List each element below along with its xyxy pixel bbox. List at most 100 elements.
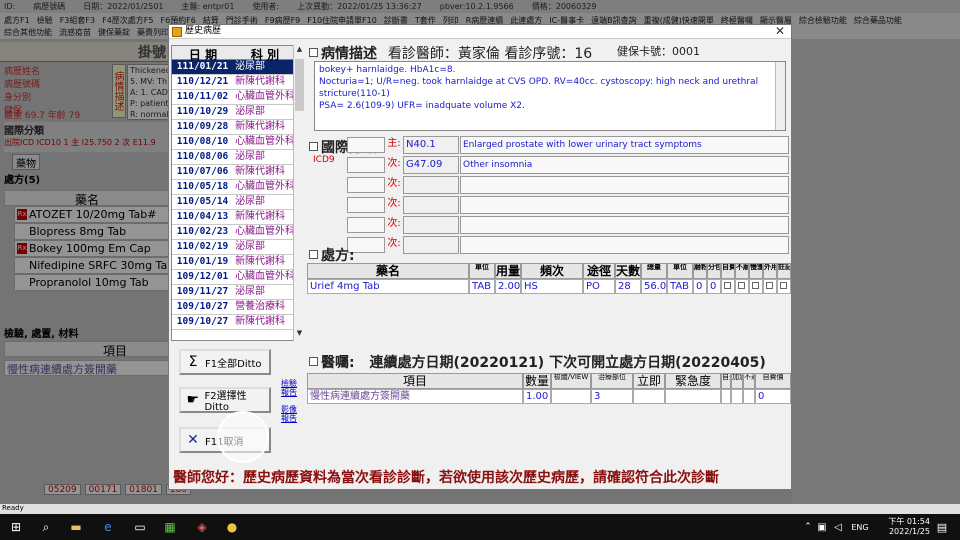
folder-icon[interactable]: ▬ <box>68 519 84 535</box>
rx-cell[interactable]: 0 <box>693 279 707 294</box>
menu-item[interactable]: 綜合藥品功能 <box>854 16 902 25</box>
icd-code[interactable]: N40.1 <box>403 136 459 154</box>
menu-item[interactable]: F3組套F3 <box>60 16 95 25</box>
rx-cell[interactable]: 2.00 <box>495 279 521 294</box>
ditto-all-button[interactable]: Σ F1全部Ditto <box>179 349 271 375</box>
windows-start-icon[interactable]: ⊞ <box>8 519 24 535</box>
history-row[interactable]: 110/10/29 泌尿部 <box>172 105 304 120</box>
rx-checkbox-cell[interactable] <box>763 279 777 294</box>
history-row[interactable]: 110/07/06 新陳代謝科 <box>172 165 304 180</box>
history-row[interactable]: 111/01/21 泌尿部 <box>172 60 304 75</box>
history-row[interactable]: 110/02/23 心臟血管外科 <box>172 225 304 240</box>
advice-cell[interactable] <box>731 389 743 404</box>
icd-code[interactable] <box>403 216 459 234</box>
volume-icon[interactable]: ◁ <box>830 519 846 535</box>
history-row[interactable]: 110/09/28 新陳代謝科 <box>172 120 304 135</box>
history-row[interactable]: 109/11/27 泌尿部 <box>172 285 304 300</box>
history-row[interactable]: 109/10/27 新陳代謝科 <box>172 315 304 330</box>
menu-item[interactable]: 綜合其他功能 <box>4 28 52 37</box>
ditto-select-button[interactable]: ☛ F2選擇性Ditto <box>179 387 271 413</box>
rx-checkbox[interactable] <box>780 282 787 289</box>
history-row[interactable]: 110/11/02 心臟血管外科 <box>172 90 304 105</box>
advice-cell[interactable] <box>665 389 721 404</box>
scroll-thumb[interactable] <box>295 59 304 111</box>
network-icon[interactable]: ▣ <box>814 519 830 535</box>
rx-checkbox[interactable] <box>309 250 318 259</box>
background-drug-row[interactable]: Rx ATOZET 10/20mg Tab# <box>14 206 170 223</box>
icd-code[interactable] <box>403 236 459 254</box>
menu-item[interactable]: 綜合檢驗功能 <box>799 16 847 25</box>
icd-name[interactable]: Other insomnia <box>460 156 789 174</box>
icd-aux-field[interactable] <box>347 137 385 153</box>
rx-cell[interactable]: 28 <box>615 279 641 294</box>
edge-browser-icon[interactable]: e <box>100 519 116 535</box>
rx-cell[interactable]: Urief 4mg Tab <box>307 279 469 294</box>
icd-aux-field[interactable] <box>347 157 385 173</box>
imaging-report-link[interactable]: 影像報告 <box>281 405 303 423</box>
history-row[interactable]: 109/10/27 營養治療科 <box>172 300 304 315</box>
close-icon[interactable]: ✕ <box>775 25 785 38</box>
icd-name[interactable] <box>460 236 789 254</box>
icd-aux-field[interactable] <box>347 177 385 193</box>
advice-cell[interactable]: 慢性病連續處方簽開藥 <box>307 389 523 404</box>
rx-cell[interactable]: HS <box>521 279 583 294</box>
background-drug-row[interactable]: Rx Bokey 100mg Em Cap <box>14 240 170 257</box>
rx-checkbox[interactable] <box>724 282 731 289</box>
scroll-up-icon[interactable]: ▲ <box>294 45 305 57</box>
rx-checkbox[interactable] <box>752 282 759 289</box>
app-dot-icon[interactable]: ● <box>224 519 240 535</box>
menu-item[interactable]: 藥費列印 <box>137 28 169 37</box>
advice-cell[interactable] <box>721 389 731 404</box>
advice-cell[interactable] <box>551 389 591 404</box>
history-row[interactable]: 110/04/13 新陳代謝科 <box>172 210 304 225</box>
history-scrollbar[interactable]: ▲ ▼ <box>293 45 305 341</box>
menu-item[interactable]: 處方F1 <box>4 16 30 25</box>
history-row[interactable]: 110/05/18 心臟血管外科 <box>172 180 304 195</box>
desc-checkbox[interactable] <box>309 48 318 57</box>
history-row[interactable]: 110/01/19 新陳代謝科 <box>172 255 304 270</box>
desc-text-box[interactable]: bokey+ harnlaidge. HbA1c=8. Nocturia=1; … <box>314 61 786 131</box>
advice-cell[interactable]: 1.00 <box>523 389 551 404</box>
language-indicator[interactable]: ENG <box>850 519 870 535</box>
icd-code[interactable] <box>403 196 459 214</box>
medication-tab[interactable]: 藥物 <box>12 154 40 170</box>
history-row[interactable]: 110/08/06 泌尿部 <box>172 150 304 165</box>
menu-item[interactable]: 檢驗 <box>37 16 53 25</box>
lab-report-link[interactable]: 檢驗報告 <box>281 379 303 397</box>
search-icon[interactable]: ⌕ <box>38 519 54 535</box>
app-shield-icon[interactable]: ◈ <box>194 519 210 535</box>
history-row[interactable]: 110/05/14 泌尿部 <box>172 195 304 210</box>
menu-item[interactable]: 健保藥錠 <box>98 28 130 37</box>
advice-checkbox[interactable] <box>309 357 318 366</box>
background-drug-row[interactable]: Propranolol 10mg Tab <box>14 274 170 291</box>
scroll-down-icon[interactable]: ▼ <box>294 329 305 341</box>
background-drug-row[interactable]: Nifedipine SRFC 30mg Tab <box>14 257 170 274</box>
icd-code[interactable] <box>403 176 459 194</box>
history-row[interactable]: 109/12/01 心臟血管外科 <box>172 270 304 285</box>
history-row[interactable]: 110/12/21 新陳代謝科 <box>172 75 304 90</box>
icd-aux-field[interactable] <box>347 197 385 213</box>
icd-name[interactable] <box>460 176 789 194</box>
history-row[interactable]: 110/08/10 心臟血管外科 <box>172 135 304 150</box>
menu-item[interactable]: 流感疫苗 <box>59 28 91 37</box>
clock[interactable]: 下午 01:54 2022/1/25 <box>888 517 930 537</box>
menu-item[interactable]: F4歷次處方F5 <box>102 16 153 25</box>
rx-cell[interactable]: PO <box>583 279 615 294</box>
rx-cell[interactable]: TAB <box>469 279 495 294</box>
app-grid-icon[interactable]: ▦ <box>162 519 178 535</box>
rx-checkbox-cell[interactable] <box>777 279 791 294</box>
advice-cell[interactable] <box>633 389 665 404</box>
icd-name[interactable]: Enlarged prostate with lower urinary tra… <box>460 136 789 154</box>
icd-code[interactable]: G47.09 <box>403 156 459 174</box>
rx-checkbox[interactable] <box>738 282 745 289</box>
terminal-icon[interactable]: ▭ <box>132 519 148 535</box>
rx-checkbox-cell[interactable] <box>735 279 749 294</box>
icd-name[interactable] <box>460 196 789 214</box>
icd-name[interactable] <box>460 216 789 234</box>
rx-checkbox-cell[interactable] <box>721 279 735 294</box>
rx-row[interactable]: Urief 4mg Tab TAB 2.00 HS PO 28 56.0 TAB 0 0 <box>307 279 791 294</box>
advice-cell[interactable]: 0 <box>755 389 791 404</box>
icd-aux-field[interactable] <box>347 217 385 233</box>
desc-scrollbar[interactable] <box>775 62 785 130</box>
advice-cell[interactable] <box>743 389 755 404</box>
